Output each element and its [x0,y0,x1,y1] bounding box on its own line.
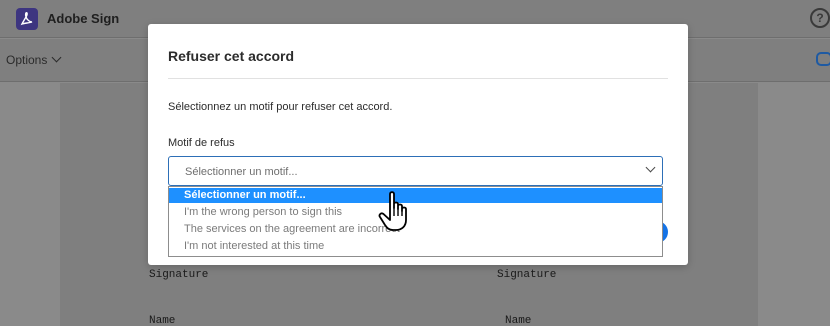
signature-label: Signature [497,269,557,281]
dropdown-option[interactable]: I'm the wrong person to sign this [169,205,662,220]
options-menu[interactable]: Options [6,52,62,67]
app-title: Adobe Sign [47,11,120,26]
dropdown-option[interactable]: The services on the agreement are incorr… [169,222,662,237]
reason-field-label: Motif de refus [168,137,235,149]
chevron-down-icon[interactable] [645,162,656,173]
reason-dropdown-list: Sélectionner un motif... I'm the wrong p… [168,186,663,257]
dialog-description: Sélectionnez un motif pour refuser cet a… [168,101,393,113]
options-label: Options [6,53,48,67]
help-icon[interactable]: ? [810,8,830,28]
reason-select[interactable]: Sélectionner un motif... [168,156,663,186]
dropdown-option[interactable]: I'm not interested at this time [169,239,662,254]
adobe-logo-icon [16,8,38,30]
divider [168,78,668,79]
chat-icon[interactable] [816,52,830,66]
signature-label: Signature [149,269,209,281]
reason-select-value: Sélectionner un motif... [185,166,298,178]
dropdown-option[interactable]: Sélectionner un motif... [169,188,662,203]
hand-cursor-icon [374,190,414,239]
dialog-title: Refuser cet accord [168,48,295,64]
name-label: Name [149,315,176,326]
name-label: Name [505,315,532,326]
chevron-down-icon [51,52,62,63]
